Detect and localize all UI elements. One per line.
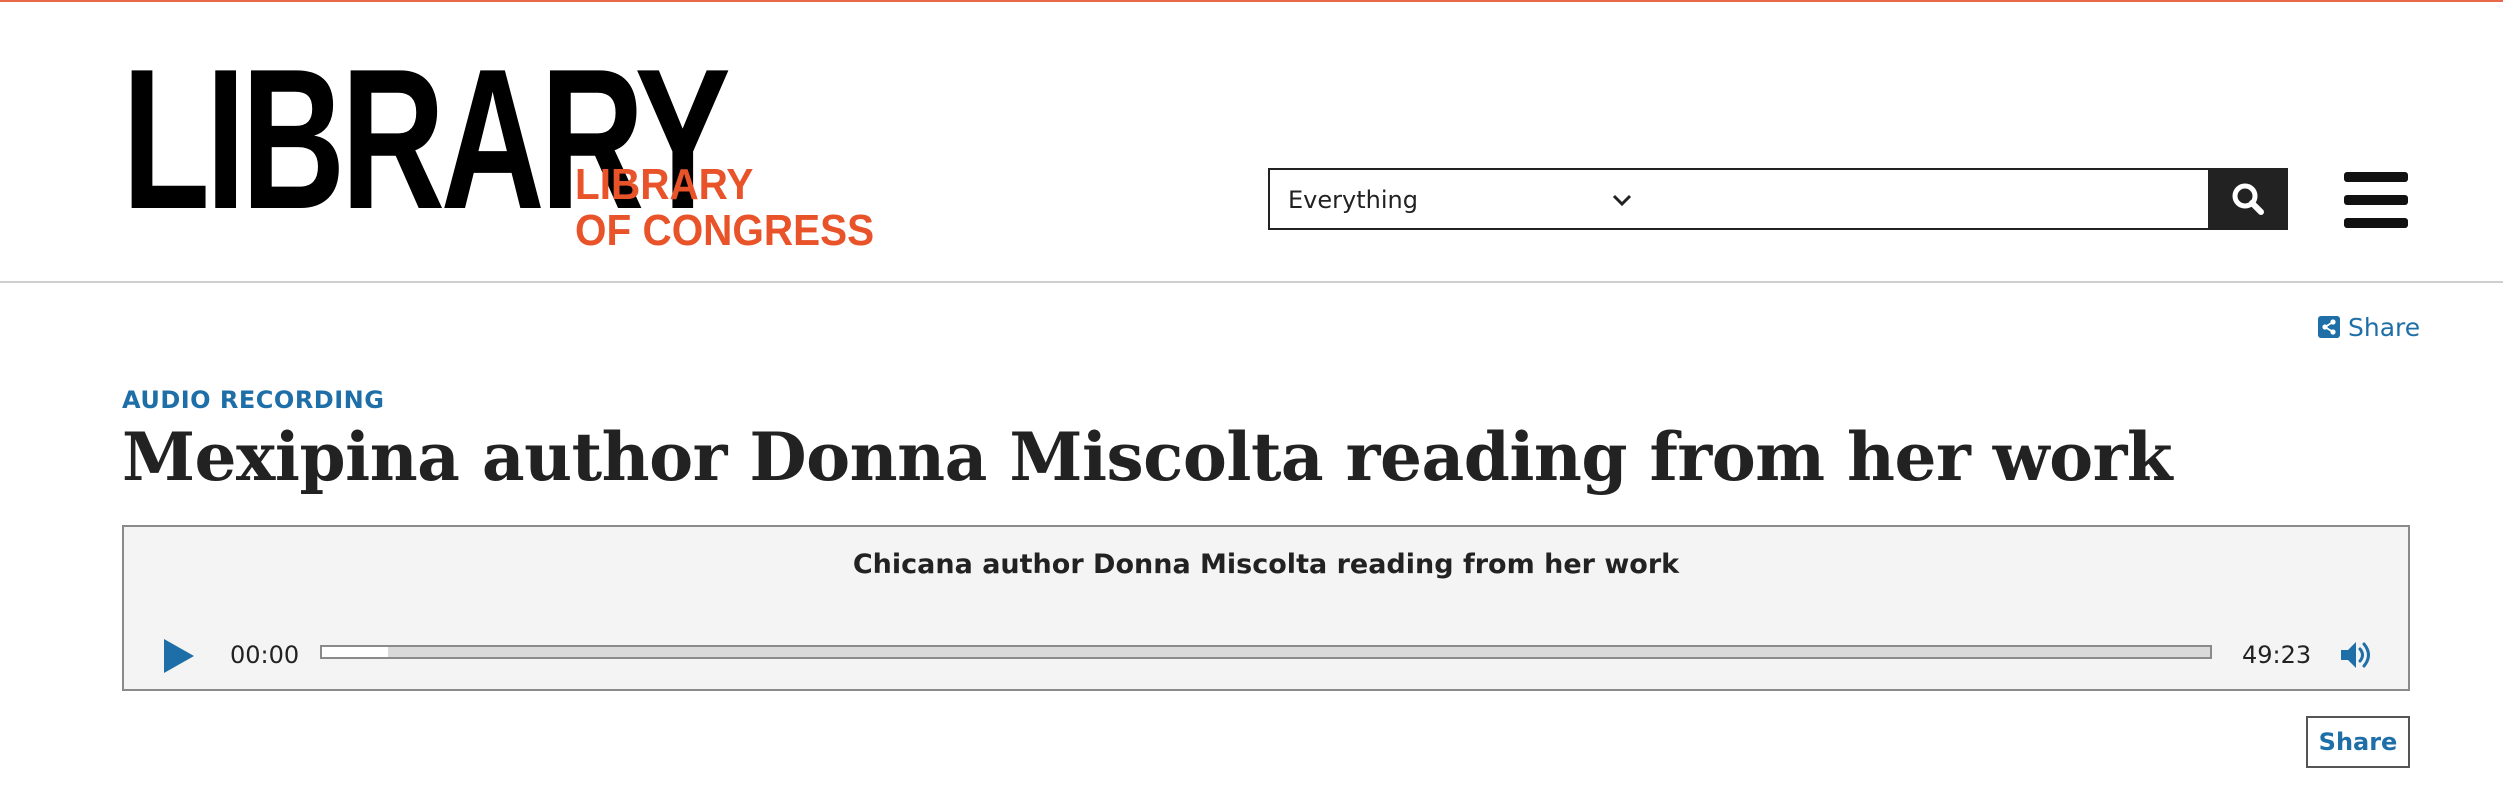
- search-button[interactable]: [2208, 168, 2288, 230]
- share-button[interactable]: Share: [2306, 716, 2410, 768]
- search-input[interactable]: [1650, 168, 2212, 230]
- search-icon: [2232, 183, 2264, 215]
- current-time: 00:00: [230, 641, 300, 669]
- share-link-top[interactable]: Share: [2318, 310, 2420, 344]
- header-divider: [0, 281, 2503, 283]
- progress-bar[interactable]: [320, 645, 2212, 659]
- audio-player: Chicana author Donna Miscolta reading fr…: [122, 525, 2410, 691]
- site-header: LIBRARY LIBRARY OF CONGRESS Everything: [0, 2, 2503, 282]
- share-link-label: Share: [2348, 312, 2421, 342]
- hamburger-menu-icon: [2344, 172, 2408, 182]
- hamburger-menu-icon: [2344, 195, 2408, 205]
- share-icon: [2318, 316, 2340, 338]
- play-icon[interactable]: [162, 637, 196, 675]
- logo-subtitle-line1: LIBRARY: [575, 160, 754, 209]
- page-title: Mexipina author Donna Miscolta reading f…: [122, 418, 2173, 496]
- chevron-down-icon: [1612, 194, 1632, 207]
- hamburger-menu-icon: [2344, 218, 2408, 228]
- logo-subtitle: LIBRARY OF CONGRESS: [575, 162, 874, 254]
- format-label: AUDIO RECORDING: [122, 386, 385, 414]
- search-scope-select[interactable]: Everything: [1268, 168, 1652, 230]
- progress-buffered: [322, 647, 389, 657]
- track-title: Chicana author Donna Miscolta reading fr…: [852, 549, 1680, 580]
- hamburger-menu-button[interactable]: [2344, 172, 2410, 228]
- volume-icon[interactable]: [2338, 637, 2374, 673]
- total-time: 49:23: [2242, 641, 2312, 669]
- search-scope-value: Everything: [1288, 186, 1418, 214]
- logo-subtitle-line2: OF CONGRESS: [575, 206, 875, 255]
